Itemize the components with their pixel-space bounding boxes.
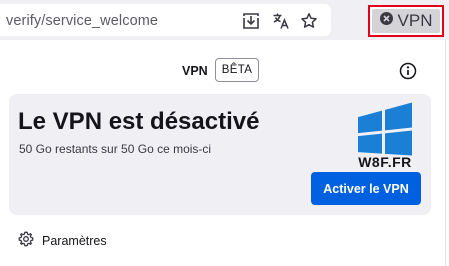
settings-label: Paramètres: [42, 234, 107, 248]
translate-icon[interactable]: [272, 12, 290, 30]
gear-icon: [18, 231, 34, 252]
watermark-text: W8F.FR: [358, 154, 412, 170]
beta-badge: BÊTA: [215, 58, 259, 82]
url-text[interactable]: verify/service_welcome: [6, 13, 158, 29]
settings-link[interactable]: Paramètres: [18, 230, 107, 252]
vpn-toolbar-label: VPN: [397, 11, 433, 30]
download-page-icon[interactable]: [242, 12, 260, 30]
vpn-toolbar-button[interactable]: VPN: [368, 5, 444, 37]
vpn-off-icon: [379, 12, 393, 30]
bookmark-star-icon[interactable]: [300, 12, 318, 30]
vpn-status-title: Le VPN est désactivé: [18, 108, 260, 135]
w8f-watermark-logo: W8F.FR: [350, 100, 420, 178]
browser-toolbar: verify/service_welcome VPN: [0, 0, 449, 40]
windows-logo-icon: [358, 102, 412, 156]
url-bar[interactable]: verify/service_welcome: [0, 4, 331, 36]
vpn-toolbar-button-inner: VPN: [372, 9, 440, 33]
info-icon[interactable]: [399, 62, 417, 80]
panel-title: VPN: [182, 64, 208, 78]
data-quota-text: 50 Go restants sur 50 Go ce mois-ci: [19, 142, 212, 156]
